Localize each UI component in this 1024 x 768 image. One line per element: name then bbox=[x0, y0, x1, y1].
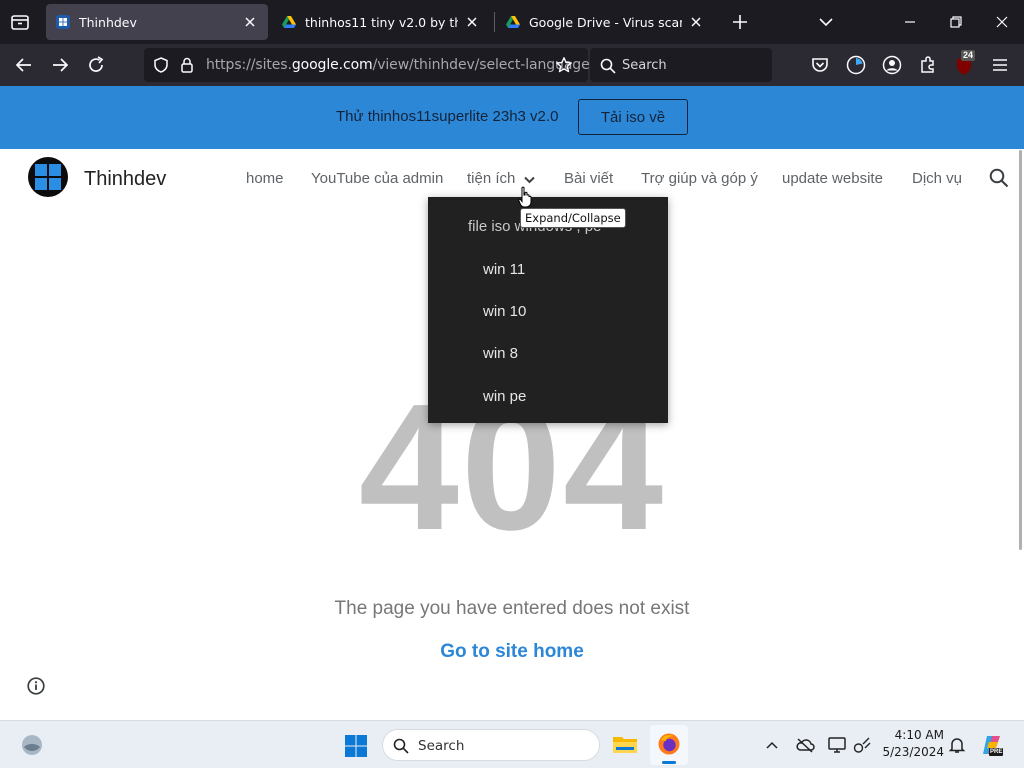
dropdown-item-winpe[interactable]: win pe bbox=[483, 388, 526, 405]
thinhdev-favicon-icon bbox=[56, 15, 70, 29]
download-iso-button[interactable]: Tải iso về bbox=[578, 99, 688, 135]
display-icon[interactable] bbox=[827, 735, 847, 755]
close-window-icon[interactable] bbox=[992, 12, 1012, 32]
browser-search-bar[interactable]: Search bbox=[590, 48, 772, 82]
minimize-icon[interactable] bbox=[900, 12, 920, 32]
close-tab-icon[interactable] bbox=[688, 14, 704, 30]
tab-title: Thinhdev bbox=[79, 14, 137, 30]
nav-tien-ich[interactable]: tiện ích bbox=[467, 170, 515, 187]
nav-youtube[interactable]: YouTube của admin bbox=[311, 170, 443, 187]
tab-thinhdev[interactable]: Thinhdev bbox=[46, 4, 268, 40]
banner-text: Thử thinhos11superlite 23h3 v2.0 bbox=[336, 108, 559, 125]
windows-logo-icon bbox=[35, 164, 61, 190]
clock-date: 5/23/2024 bbox=[882, 745, 944, 759]
network-icon[interactable] bbox=[852, 735, 872, 755]
announcement-banner: Thử thinhos11superlite 23h3 v2.0 Tải iso… bbox=[0, 86, 1024, 149]
system-clock[interactable]: 4:10 AM 5/23/2024 bbox=[880, 727, 944, 761]
close-tab-icon[interactable] bbox=[242, 14, 258, 30]
site-title[interactable]: Thinhdev bbox=[84, 168, 166, 191]
dropdown-item-win8[interactable]: win 8 bbox=[483, 345, 518, 362]
new-tab-icon[interactable] bbox=[730, 12, 750, 32]
taskbar-search-box[interactable]: Search bbox=[382, 729, 600, 761]
nav-home[interactable]: home bbox=[246, 170, 284, 187]
taskbar-search-placeholder: Search bbox=[418, 738, 465, 754]
page-scrollbar[interactable] bbox=[1019, 150, 1022, 550]
tab-title: Google Drive - Virus scan warning bbox=[529, 14, 682, 30]
close-tab-icon[interactable] bbox=[464, 14, 480, 30]
logo[interactable] bbox=[28, 157, 68, 197]
timer-icon[interactable] bbox=[845, 54, 867, 76]
google-drive-favicon-icon bbox=[506, 16, 520, 28]
firefox-taskbar-button[interactable] bbox=[650, 725, 688, 765]
clock-time: 4:10 AM bbox=[894, 728, 944, 742]
onedrive-icon[interactable] bbox=[795, 736, 815, 754]
error-message: The page you have entered does not exist bbox=[334, 598, 690, 619]
widgets-icon[interactable] bbox=[20, 733, 44, 757]
windows-taskbar: Search 4:10 AM 5/23/2024 PRE bbox=[0, 720, 1024, 768]
tab-list-icon[interactable] bbox=[8, 10, 32, 34]
copilot-badge: PRE bbox=[989, 748, 1004, 756]
tab-title: thinhos11 tiny v2.0 by thinhdev bbox=[305, 14, 458, 30]
google-drive-favicon-icon bbox=[282, 16, 296, 28]
dropdown-item-win11[interactable]: win 11 bbox=[483, 261, 525, 278]
go-to-site-home-link[interactable]: Go to site home bbox=[0, 641, 1024, 663]
nav-dich-vu[interactable]: Dịch vụ bbox=[912, 170, 962, 187]
active-app-indicator bbox=[662, 761, 676, 764]
menu-icon[interactable] bbox=[989, 54, 1011, 76]
forward-icon[interactable] bbox=[49, 54, 71, 76]
cursor-hand-icon bbox=[518, 186, 532, 208]
url-prefix: https://sites. bbox=[206, 57, 292, 73]
lock-icon[interactable] bbox=[178, 56, 196, 74]
ublock-extension[interactable]: 24 bbox=[953, 50, 979, 78]
site-search-icon[interactable] bbox=[988, 167, 1010, 189]
file-explorer-icon[interactable] bbox=[612, 732, 638, 756]
pocket-icon[interactable] bbox=[809, 54, 831, 76]
reload-icon[interactable] bbox=[85, 54, 107, 76]
nav-bai-viet[interactable]: Bài viết bbox=[564, 170, 613, 187]
taskbar-search-icon bbox=[393, 738, 409, 754]
extension-badge: 24 bbox=[961, 50, 976, 61]
browser-tab-bar: Thinhdev thinhos11 tiny v2.0 by thinhdev… bbox=[0, 0, 1024, 44]
tab-separator bbox=[494, 12, 495, 32]
url-domain: google.com bbox=[291, 57, 373, 73]
url-bar[interactable]: https://sites.google.com/view/thinhdev/s… bbox=[144, 48, 590, 82]
nav-tro-giup[interactable]: Trợ giúp và góp ý bbox=[641, 170, 758, 187]
back-icon[interactable] bbox=[13, 54, 35, 76]
bookmark-star-icon[interactable] bbox=[555, 56, 573, 74]
start-icon[interactable] bbox=[344, 734, 368, 758]
list-all-tabs-icon[interactable] bbox=[816, 12, 836, 32]
tien-ich-dropdown-menu: file iso windows , pe win 11 win 10 win … bbox=[428, 197, 668, 423]
browser-nav-bar: https://sites.google.com/view/thinhdev/s… bbox=[0, 44, 1024, 86]
show-hidden-icons-icon[interactable] bbox=[764, 737, 780, 753]
search-icon bbox=[600, 58, 616, 74]
firefox-icon bbox=[658, 733, 680, 755]
copilot-button[interactable]: PRE bbox=[980, 733, 1006, 759]
url-text[interactable]: https://sites.google.com/view/thinhdev/s… bbox=[206, 57, 590, 73]
tab-google-drive[interactable]: Google Drive - Virus scan warning bbox=[496, 4, 714, 40]
shield-icon[interactable] bbox=[152, 56, 170, 74]
restore-icon[interactable] bbox=[946, 12, 966, 32]
tooltip: Expand/Collapse bbox=[520, 208, 626, 228]
tab-thinhos11[interactable]: thinhos11 tiny v2.0 by thinhdev bbox=[272, 4, 490, 40]
search-placeholder: Search bbox=[622, 58, 667, 73]
dropdown-item-win10[interactable]: win 10 bbox=[483, 303, 526, 320]
account-icon[interactable] bbox=[881, 54, 903, 76]
extensions-icon[interactable] bbox=[917, 54, 939, 76]
notification-bell-icon[interactable] bbox=[948, 736, 966, 754]
nav-update-website[interactable]: update website bbox=[782, 170, 883, 187]
chevron-down-icon[interactable] bbox=[523, 175, 536, 185]
info-icon[interactable] bbox=[26, 676, 46, 696]
